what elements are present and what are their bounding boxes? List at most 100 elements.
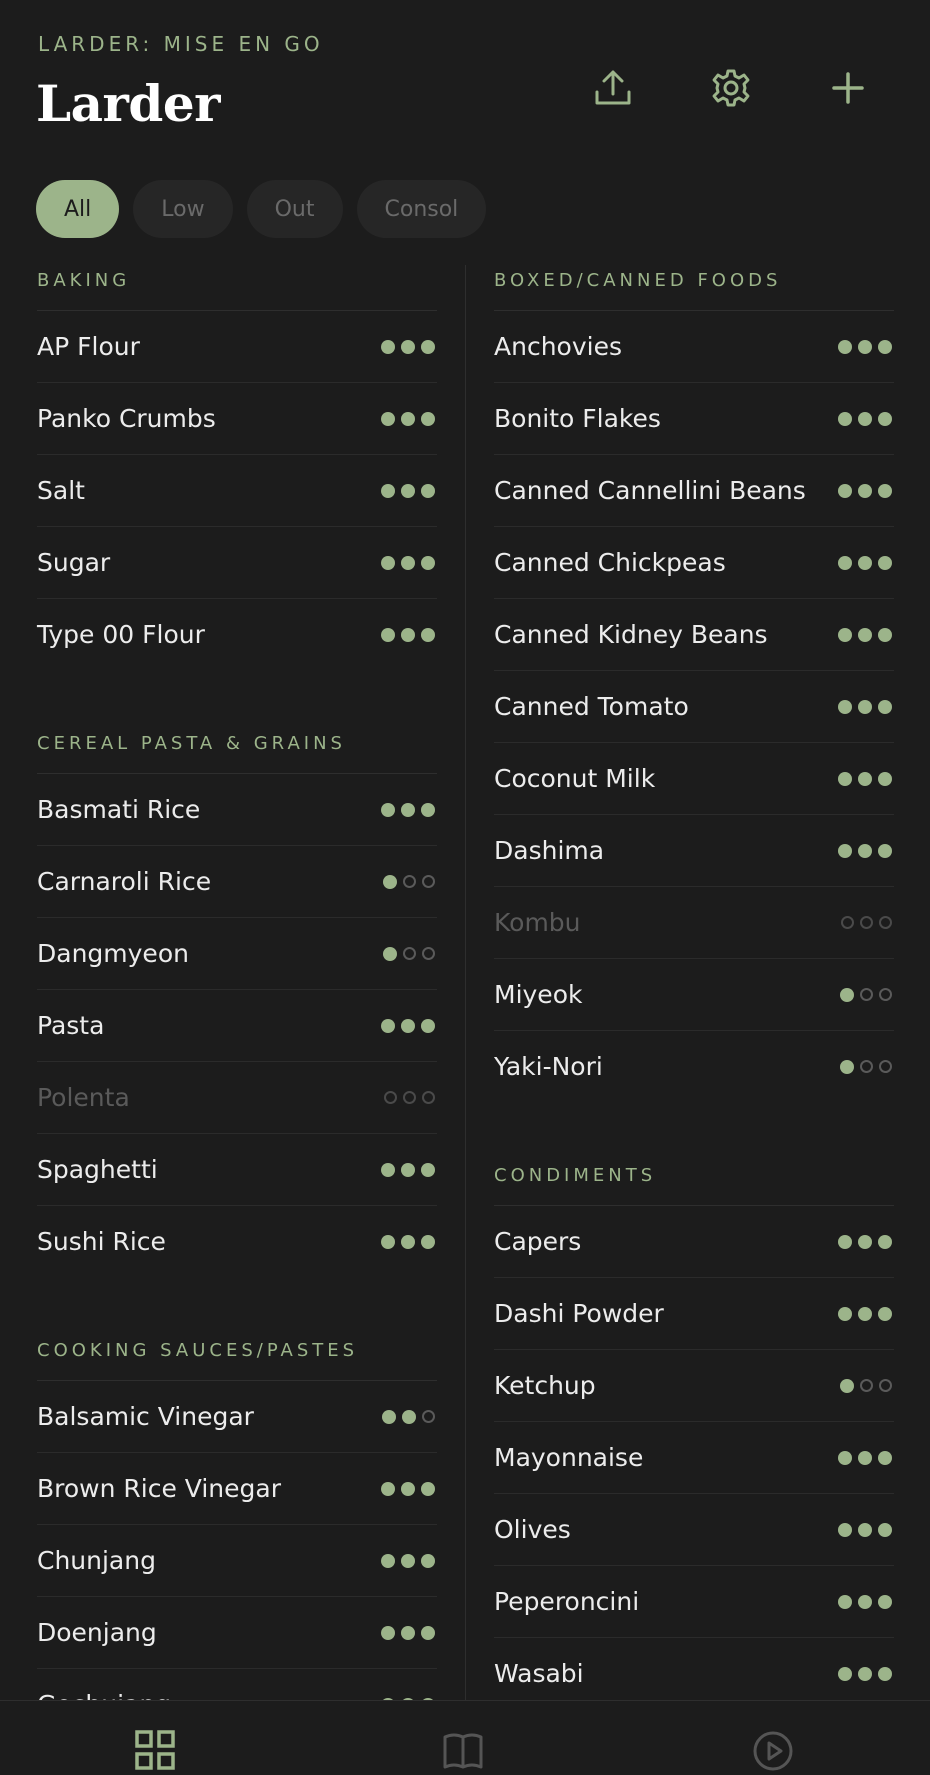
stock-level-indicator[interactable] bbox=[383, 946, 435, 961]
stock-dot-filled bbox=[838, 555, 852, 570]
filter-chip-consol[interactable]: Consol bbox=[356, 180, 487, 238]
nav-play[interactable] bbox=[752, 1729, 800, 1771]
stock-dot-filled bbox=[858, 1234, 872, 1249]
stock-level-indicator[interactable] bbox=[382, 1409, 435, 1424]
list-item[interactable]: Basmati Rice bbox=[37, 774, 437, 846]
stock-level-indicator[interactable] bbox=[838, 1666, 892, 1681]
stock-level-indicator[interactable] bbox=[381, 1481, 435, 1496]
list-item[interactable]: Canned Tomato bbox=[494, 671, 894, 743]
stock-level-indicator[interactable] bbox=[838, 1234, 892, 1249]
stock-level-indicator[interactable] bbox=[381, 627, 435, 642]
stock-level-indicator[interactable] bbox=[840, 987, 892, 1002]
stock-level-indicator[interactable] bbox=[838, 339, 892, 354]
stock-level-indicator[interactable] bbox=[381, 411, 435, 426]
stock-dot-empty bbox=[422, 874, 435, 888]
list-item[interactable]: Miyeok bbox=[494, 959, 894, 1031]
list-item[interactable]: Kombu bbox=[494, 887, 894, 959]
stock-level-indicator[interactable] bbox=[838, 843, 892, 858]
book-icon bbox=[443, 1733, 483, 1769]
share-icon bbox=[595, 70, 631, 105]
stock-level-indicator[interactable] bbox=[838, 483, 892, 498]
list-item[interactable]: Dangmyeon bbox=[37, 918, 437, 990]
list-item[interactable]: Dashima bbox=[494, 815, 894, 887]
stock-level-indicator[interactable] bbox=[838, 1450, 892, 1465]
stock-dot-filled bbox=[838, 339, 852, 354]
section-list: Anchovies Bonito Flakes Canned Cannellini … bbox=[494, 311, 894, 1102]
settings-button[interactable] bbox=[703, 60, 759, 116]
list-item[interactable]: Brown Rice Vinegar bbox=[37, 1453, 437, 1525]
list-item[interactable]: Spaghetti bbox=[37, 1134, 437, 1206]
stock-level-indicator[interactable] bbox=[840, 1378, 892, 1393]
nav-recipes[interactable] bbox=[442, 1729, 490, 1769]
stock-level-indicator[interactable] bbox=[381, 555, 435, 570]
add-button[interactable] bbox=[820, 60, 876, 116]
stock-dot-filled bbox=[838, 411, 852, 426]
filter-chip-out[interactable]: Out bbox=[246, 180, 343, 238]
stock-level-indicator[interactable] bbox=[383, 874, 435, 889]
list-item[interactable]: Pasta bbox=[37, 990, 437, 1062]
list-item[interactable]: Coconut Milk bbox=[494, 743, 894, 815]
filter-chip-all[interactable]: All bbox=[36, 180, 120, 238]
list-item[interactable]: Canned Chickpeas bbox=[494, 527, 894, 599]
stock-dot-filled bbox=[878, 555, 892, 570]
item-name: Dangmyeon bbox=[37, 939, 189, 968]
stock-dot-filled bbox=[401, 1018, 415, 1033]
list-item[interactable]: Anchovies bbox=[494, 311, 894, 383]
stock-level-indicator[interactable] bbox=[381, 339, 435, 354]
nav-larder[interactable] bbox=[134, 1729, 182, 1770]
section-title: BOXED/CANNED FOODS bbox=[494, 265, 894, 311]
stock-level-indicator[interactable] bbox=[381, 483, 435, 498]
stock-dot-filled bbox=[838, 1306, 852, 1321]
stock-level-indicator[interactable] bbox=[381, 1553, 435, 1568]
stock-level-indicator[interactable] bbox=[381, 1018, 435, 1033]
stock-level-indicator[interactable] bbox=[381, 1234, 435, 1249]
stock-dot-filled bbox=[381, 1553, 395, 1568]
list-item[interactable]: Sushi Rice bbox=[37, 1206, 437, 1277]
stock-dot-filled bbox=[421, 555, 435, 570]
list-item[interactable]: Peperoncini bbox=[494, 1566, 894, 1638]
list-item[interactable]: Chunjang bbox=[37, 1525, 437, 1597]
list-item[interactable]: Panko Crumbs bbox=[37, 383, 437, 455]
stock-level-indicator[interactable] bbox=[381, 1162, 435, 1177]
list-item[interactable]: Sugar bbox=[37, 527, 437, 599]
list-item[interactable]: Mayonnaise bbox=[494, 1422, 894, 1494]
stock-level-indicator[interactable] bbox=[838, 1306, 892, 1321]
list-item[interactable]: Bonito Flakes bbox=[494, 383, 894, 455]
stock-level-indicator[interactable] bbox=[838, 411, 892, 426]
stock-level-indicator[interactable] bbox=[381, 802, 435, 817]
list-item[interactable]: Yaki-Nori bbox=[494, 1031, 894, 1102]
list-item[interactable]: Wasabi bbox=[494, 1638, 894, 1709]
list-item[interactable]: Ketchup bbox=[494, 1350, 894, 1422]
list-item[interactable]: Carnaroli Rice bbox=[37, 846, 437, 918]
stock-level-indicator[interactable] bbox=[838, 1594, 892, 1609]
stock-level-indicator[interactable] bbox=[381, 1625, 435, 1640]
stock-level-indicator[interactable] bbox=[838, 699, 892, 714]
filter-chip-low[interactable]: Low bbox=[133, 180, 233, 238]
stock-level-indicator[interactable] bbox=[838, 1522, 892, 1537]
stock-level-indicator[interactable] bbox=[840, 1059, 892, 1074]
stock-dot-filled bbox=[858, 1306, 872, 1321]
list-item[interactable]: Polenta bbox=[37, 1062, 437, 1134]
stock-dot-filled bbox=[838, 843, 852, 858]
stock-dot-filled bbox=[838, 771, 852, 786]
item-name: Canned Tomato bbox=[494, 692, 689, 721]
list-item[interactable]: Salt bbox=[37, 455, 437, 527]
stock-level-indicator[interactable] bbox=[384, 1091, 435, 1104]
list-item[interactable]: Canned Cannellini Beans bbox=[494, 455, 894, 527]
stock-level-indicator[interactable] bbox=[838, 771, 892, 786]
list-item[interactable]: Capers bbox=[494, 1206, 894, 1278]
stock-dot-filled bbox=[838, 483, 852, 498]
item-name: Canned Cannellini Beans bbox=[494, 476, 806, 505]
stock-level-indicator[interactable] bbox=[838, 555, 892, 570]
list-item[interactable]: Type 00 Flour bbox=[37, 599, 437, 670]
list-item[interactable]: Canned Kidney Beans bbox=[494, 599, 894, 671]
list-item[interactable]: AP Flour bbox=[37, 311, 437, 383]
list-item[interactable]: Balsamic Vinegar bbox=[37, 1381, 437, 1453]
list-item[interactable]: Doenjang bbox=[37, 1597, 437, 1669]
section-list: Balsamic Vinegar Brown Rice Vinegar Chunja… bbox=[37, 1381, 437, 1740]
list-item[interactable]: Dashi Powder bbox=[494, 1278, 894, 1350]
stock-level-indicator[interactable] bbox=[841, 916, 892, 929]
stock-level-indicator[interactable] bbox=[838, 627, 892, 642]
share-button[interactable] bbox=[585, 60, 641, 116]
list-item[interactable]: Olives bbox=[494, 1494, 894, 1566]
